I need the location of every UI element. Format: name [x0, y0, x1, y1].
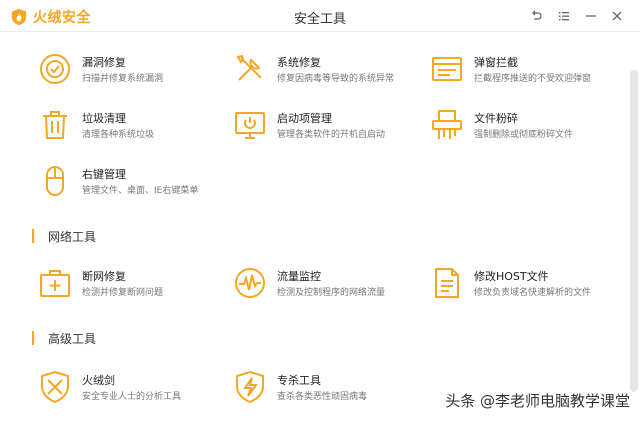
minimize-icon	[586, 15, 596, 17]
tool-desc: 强制删除或彻底粉碎文件	[474, 130, 574, 140]
section-title: 高级工具	[48, 331, 97, 346]
window-popup-icon	[430, 52, 464, 86]
tool-desc: 管理文件、桌面、IE右键菜单	[82, 186, 199, 196]
close-button[interactable]	[607, 6, 627, 26]
shredder-icon	[430, 108, 464, 142]
tool-name: 垃圾清理	[82, 112, 126, 125]
menu-button[interactable]	[554, 6, 574, 26]
tool-name: 漏洞修复	[82, 56, 126, 69]
tool-desc: 检测并修复断网问题	[82, 288, 164, 298]
tool-name: 系统修复	[277, 56, 321, 69]
tool-file-shredder[interactable]: 文件粉碎 强制删除或彻底粉碎文件	[430, 108, 620, 152]
minimize-button[interactable]	[581, 6, 601, 26]
section-title: 网络工具	[48, 229, 97, 244]
first-aid-kit-icon	[38, 266, 72, 300]
tool-network-repair[interactable]: 断网修复 检测并修复断网问题	[38, 266, 228, 310]
hosts-file-icon	[430, 266, 464, 300]
tool-name: 启动项管理	[277, 112, 332, 125]
back-icon	[532, 10, 542, 20]
trash-icon	[38, 108, 72, 142]
tool-name: 火绒剑	[82, 374, 115, 387]
tool-desc: 修改负责域名快速解析的文件	[474, 288, 592, 298]
monitor-power-icon	[233, 108, 267, 142]
tool-desc: 管理各类软件的开机自启动	[277, 130, 386, 140]
wrench-screwdriver-icon	[233, 52, 267, 86]
tool-name: 修改HOST文件	[474, 270, 549, 283]
tool-context-menu-manager[interactable]: 右键管理 管理文件、桌面、IE右键菜单	[38, 164, 228, 208]
back-button[interactable]	[526, 6, 546, 26]
tool-desc: 修复因病毒等导致的系统异常	[277, 74, 395, 84]
tool-name: 弹窗拦截	[474, 56, 518, 69]
tool-name: 流量监控	[277, 270, 321, 283]
shield-repair-icon	[38, 52, 72, 86]
tool-name: 专杀工具	[277, 374, 321, 387]
tool-desc: 拦截程序推送的不受欢迎弹窗	[474, 74, 592, 84]
title-bar: 火绒安全 安全工具	[0, 0, 640, 32]
tool-desc: 查杀各类恶性顽固病毒	[277, 392, 368, 402]
section-accent-bar	[32, 331, 34, 345]
section-network-tools: 网络工具	[32, 228, 96, 244]
tool-name: 右键管理	[82, 168, 126, 181]
vertical-scrollbar[interactable]	[630, 70, 638, 392]
tool-huorong-sword[interactable]: 火绒剑 安全专业人士的分析工具	[38, 370, 228, 414]
tool-name: 断网修复	[82, 270, 126, 283]
traffic-monitor-icon	[233, 266, 267, 300]
tool-junk-cleanup[interactable]: 垃圾清理 清理各种系统垃圾	[38, 108, 228, 152]
lightning-shield-icon	[233, 370, 267, 404]
tool-vulnerability-repair[interactable]: 漏洞修复 扫描并修复系统漏洞	[38, 52, 228, 96]
tool-desc: 检测及控制程序的网络流量	[277, 288, 386, 298]
tool-desc: 扫描并修复系统漏洞	[82, 74, 164, 84]
tool-system-repair[interactable]: 系统修复 修复因病毒等导致的系统异常	[233, 52, 423, 96]
sword-shield-icon	[38, 370, 72, 404]
tool-hosts-editor[interactable]: 修改HOST文件 修改负责域名快速解析的文件	[430, 266, 620, 310]
menu-icon	[559, 12, 569, 21]
close-icon	[612, 11, 622, 21]
mouse-icon	[38, 164, 72, 198]
section-advanced-tools: 高级工具	[32, 330, 96, 346]
tool-desc: 安全专业人士的分析工具	[82, 392, 182, 402]
watermark-text: 头条 @李老师电脑教学课堂	[445, 392, 630, 410]
tool-traffic-monitor[interactable]: 流量监控 检测及控制程序的网络流量	[233, 266, 423, 310]
tool-popup-blocker[interactable]: 弹窗拦截 拦截程序推送的不受欢迎弹窗	[430, 52, 620, 96]
tool-startup-manager[interactable]: 启动项管理 管理各类软件的开机自启动	[233, 108, 423, 152]
tool-desc: 清理各种系统垃圾	[82, 130, 155, 140]
tool-special-killer[interactable]: 专杀工具 查杀各类恶性顽固病毒	[233, 370, 423, 414]
section-accent-bar	[32, 229, 34, 243]
tool-name: 文件粉碎	[474, 112, 518, 125]
